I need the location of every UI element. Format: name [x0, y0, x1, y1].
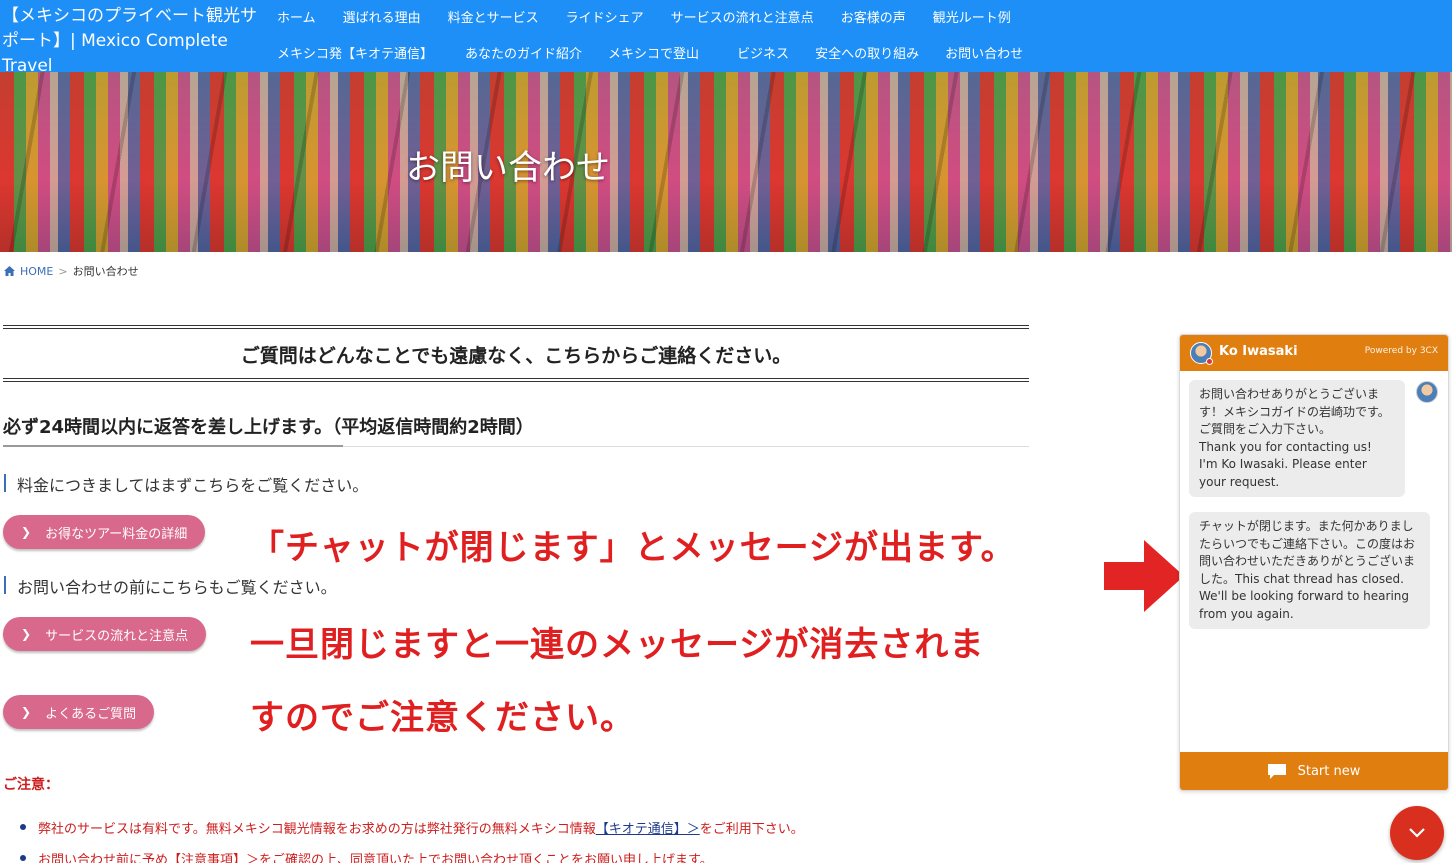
- divider-top: [3, 325, 1029, 329]
- section-heading: 必ず24時間以内に返答を差し上げます。（平均返信時間約2時間）: [3, 417, 534, 438]
- home-icon: [4, 266, 15, 276]
- pre-contact-note: お問い合わせの前にこちらもご覧ください。: [3, 574, 337, 598]
- nav-item-climbing[interactable]: メキシコで登山: [608, 43, 699, 62]
- chevron-right-icon: ❯: [21, 705, 32, 719]
- bullet-text: お問い合わせ前に予め: [38, 853, 169, 863]
- breadcrumb-separator: >: [58, 264, 68, 278]
- chat-widget: Ko Iwasaki Powered by 3CX お問い合わせありがとうござい…: [1179, 334, 1449, 791]
- caution-title: ご注意：: [3, 777, 59, 793]
- chevron-right-icon: ❯: [21, 525, 32, 539]
- bullet-text: をご確認の上、同意頂いた上でお問い合わせ頂くことをお願い申し上げます。: [259, 853, 713, 863]
- lead-text: ご質問はどんなことでも遠慮なく、こちらからご連絡ください。: [240, 345, 792, 367]
- divider-bottom: [3, 378, 1029, 382]
- nav-row-2: メキシコ発【キオテ通信】 あなたのガイド紹介 メキシコで登山 ビジネス 安全への…: [277, 43, 1023, 62]
- nav-item-testimonials[interactable]: お客様の声: [841, 7, 906, 26]
- list-item: お問い合わせ前に予め【注意事項】＞をご確認の上、同意頂いた上でお問い合わせ頂くこ…: [20, 849, 804, 863]
- arrow-right-icon: [1104, 540, 1184, 612]
- start-new-button[interactable]: Start new: [1180, 752, 1448, 790]
- chat-message: お問い合わせありがとうございます！メキシコガイドの岩崎功です。ご質問をご入力下さ…: [1189, 380, 1405, 497]
- annotation-line-3: すのでご注意ください。: [250, 698, 635, 738]
- nav-row-1: ホーム 選ばれる理由 料金とサービス ライドシェア サービスの流れと注意点 お客…: [277, 7, 1011, 26]
- agent-avatar-icon: [1416, 381, 1438, 403]
- nav-item-home[interactable]: ホーム: [277, 7, 316, 26]
- chat-toggle-button[interactable]: [1390, 806, 1444, 860]
- hero-image-texture: [0, 72, 1452, 252]
- chevron-right-icon: ❯: [21, 627, 32, 641]
- breadcrumb-home[interactable]: HOME: [20, 265, 53, 278]
- nav-item-contact[interactable]: お問い合わせ: [945, 43, 1023, 62]
- pricing-note: 料金につきましてはまずこちらをご覧ください。: [3, 472, 368, 496]
- chat-message: チャットが閉じます。また何かありましたらいつでもご連絡下さい。この度はお問い合わ…: [1189, 512, 1430, 629]
- hero-title: お問い合わせ: [406, 148, 610, 188]
- annotation-line-1: 「チャットが閉じます」とメッセージが出ます。: [250, 528, 1016, 568]
- hero-banner: お問い合わせ: [0, 72, 1452, 252]
- nav-item-rideshare[interactable]: ライドシェア: [566, 7, 644, 26]
- nav-item-service-flow[interactable]: サービスの流れと注意点: [671, 7, 814, 26]
- bullet-text: 弊社のサービスは有料です。無料メキシコ観光情報をお求めの方は弊社発行の無料メキシ…: [38, 822, 596, 837]
- breadcrumb: HOME > お問い合わせ: [4, 263, 139, 279]
- nav-item-reasons[interactable]: 選ばれる理由: [343, 7, 421, 26]
- heading-underline: [3, 445, 1029, 447]
- faq-button[interactable]: ❯ よくあるご質問: [3, 695, 155, 729]
- tour-price-button-label: お得なツアー料金の詳細: [45, 526, 188, 542]
- nav-item-safety[interactable]: 安全への取り組み: [815, 43, 919, 62]
- agent-name: Ko Iwasaki: [1219, 344, 1298, 359]
- chevron-down-icon: [1409, 828, 1425, 838]
- nav-item-newsletter[interactable]: メキシコ発【キオテ通信】: [277, 43, 433, 62]
- powered-by[interactable]: Powered by 3CX: [1365, 346, 1438, 356]
- annotation-line-2: 一旦閉じますと一連のメッセージが消去されま: [250, 625, 985, 665]
- list-item: 弊社のサービスは有料です。無料メキシコ観光情報をお求めの方は弊社発行の無料メキシ…: [20, 818, 804, 837]
- faq-button-label: よくあるご質問: [45, 706, 137, 722]
- status-dot: [1206, 358, 1213, 365]
- notes-link[interactable]: 【注意事項】＞: [168, 853, 259, 863]
- site-header: 【メキシコのプライベート観光サポート】| Mexico Complete Tra…: [0, 0, 1452, 76]
- bullet-text: をご利用下さい。: [699, 822, 804, 837]
- chat-header[interactable]: Ko Iwasaki Powered by 3CX: [1180, 335, 1448, 371]
- service-flow-button[interactable]: ❯ サービスの流れと注意点: [3, 617, 207, 651]
- breadcrumb-current: お問い合わせ: [72, 265, 139, 278]
- nav-item-routes[interactable]: 観光ルート例: [933, 7, 1011, 26]
- site-title[interactable]: 【メキシコのプライベート観光サポート】| Mexico Complete Tra…: [2, 4, 264, 79]
- chat-bubble-icon: [1267, 763, 1286, 779]
- service-flow-button-label: サービスの流れと注意点: [45, 628, 189, 644]
- nav-item-guide[interactable]: あなたのガイド紹介: [465, 43, 582, 62]
- tour-price-button[interactable]: ❯ お得なツアー料金の詳細: [3, 515, 206, 549]
- nav-item-pricing[interactable]: 料金とサービス: [448, 7, 539, 26]
- caution-list: 弊社のサービスは有料です。無料メキシコ観光情報をお求めの方は弊社発行の無料メキシ…: [20, 818, 804, 863]
- start-new-label: Start new: [1297, 763, 1361, 779]
- nav-item-business[interactable]: ビジネス: [737, 43, 789, 62]
- newsletter-link[interactable]: 【キオテ通信】＞: [596, 822, 700, 837]
